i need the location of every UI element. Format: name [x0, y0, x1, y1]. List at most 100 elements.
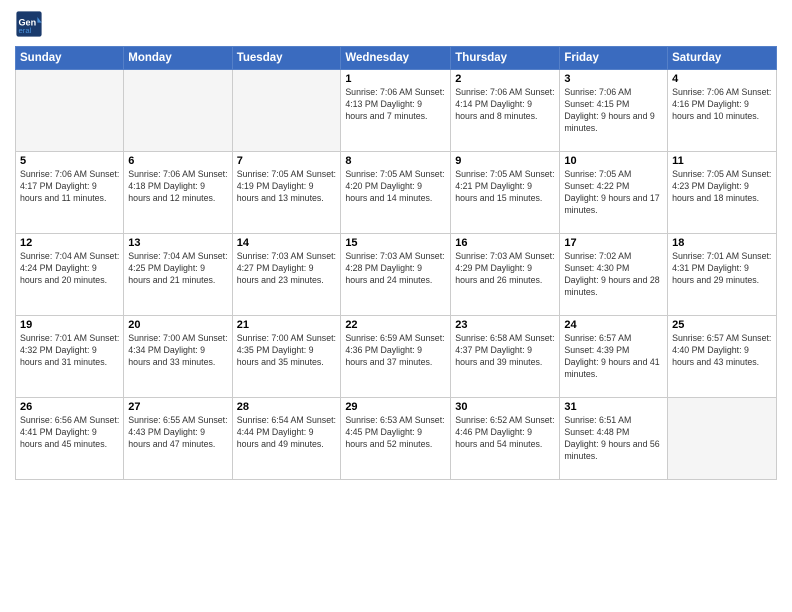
day-number: 24 [564, 319, 663, 331]
day-cell: 20 Sunrise: 7:00 AM Sunset: 4:34 PM Dayli… [124, 316, 232, 398]
day-cell: 10 Sunrise: 7:05 AM Sunset: 4:22 PM Dayli… [560, 152, 668, 234]
day-cell: 31Sunrise: 6:51 AM Sunset: 4:48 PM Dayli… [560, 398, 668, 480]
day-number: 21 [237, 319, 337, 331]
day-number: 30 [455, 401, 555, 413]
day-info: Sunrise: 7:06 AM Sunset: 4:17 PM Dayligh… [20, 169, 119, 205]
week-row-3: 19Sunrise: 7:01 AM Sunset: 4:32 PM Dayli… [16, 316, 777, 398]
weekday-header-monday: Monday [124, 47, 232, 70]
day-cell: 21 Sunrise: 7:00 AM Sunset: 4:35 PM Dayli… [232, 316, 341, 398]
day-info: Sunrise: 6:57 AM Sunset: 4:39 PM Dayligh… [564, 333, 663, 381]
logo: Gen eral [15, 10, 45, 38]
day-number: 29 [345, 401, 446, 413]
day-cell [668, 398, 777, 480]
day-info: Sunrise: 7:04 AM Sunset: 4:24 PM Dayligh… [20, 251, 119, 287]
day-cell: 2 Sunrise: 7:06 AM Sunset: 4:14 PM Daylig… [451, 70, 560, 152]
day-cell: 14 Sunrise: 7:03 AM Sunset: 4:27 PM Dayli… [232, 234, 341, 316]
day-cell: 22 Sunrise: 6:59 AM Sunset: 4:36 PM Dayli… [341, 316, 451, 398]
day-info: Sunrise: 7:06 AM Sunset: 4:13 PM Dayligh… [345, 87, 446, 123]
day-info: Sunrise: 7:05 AM Sunset: 4:19 PM Dayligh… [237, 169, 337, 205]
day-info: Sunrise: 7:04 AM Sunset: 4:25 PM Dayligh… [128, 251, 227, 287]
day-cell: 24 Sunrise: 6:57 AM Sunset: 4:39 PM Dayli… [560, 316, 668, 398]
weekday-header-tuesday: Tuesday [232, 47, 341, 70]
day-cell: 16 Sunrise: 7:03 AM Sunset: 4:29 PM Dayli… [451, 234, 560, 316]
day-number: 7 [237, 155, 337, 167]
day-number: 5 [20, 155, 119, 167]
weekday-header-sunday: Sunday [16, 47, 124, 70]
header: Gen eral [15, 10, 777, 38]
day-info: Sunrise: 6:55 AM Sunset: 4:43 PM Dayligh… [128, 415, 227, 451]
logo-icon: Gen eral [15, 10, 43, 38]
weekday-header-saturday: Saturday [668, 47, 777, 70]
weekday-header-thursday: Thursday [451, 47, 560, 70]
day-info: Sunrise: 6:57 AM Sunset: 4:40 PM Dayligh… [672, 333, 772, 369]
day-cell: 4 Sunrise: 7:06 AM Sunset: 4:16 PM Daylig… [668, 70, 777, 152]
day-info: Sunrise: 6:58 AM Sunset: 4:37 PM Dayligh… [455, 333, 555, 369]
day-info: Sunrise: 7:06 AM Sunset: 4:16 PM Dayligh… [672, 87, 772, 123]
day-cell: 26Sunrise: 6:56 AM Sunset: 4:41 PM Dayli… [16, 398, 124, 480]
day-cell: 9Sunrise: 7:05 AM Sunset: 4:21 PM Daylig… [451, 152, 560, 234]
week-row-1: 5 Sunrise: 7:06 AM Sunset: 4:17 PM Daylig… [16, 152, 777, 234]
day-cell: 17Sunrise: 7:02 AM Sunset: 4:30 PM Dayli… [560, 234, 668, 316]
day-cell: 12 Sunrise: 7:04 AM Sunset: 4:24 PM Dayli… [16, 234, 124, 316]
day-number: 13 [128, 237, 227, 249]
day-info: Sunrise: 7:00 AM Sunset: 4:35 PM Dayligh… [237, 333, 337, 369]
day-info: Sunrise: 7:05 AM Sunset: 4:20 PM Dayligh… [345, 169, 446, 205]
week-row-0: 1 Sunrise: 7:06 AM Sunset: 4:13 PM Daylig… [16, 70, 777, 152]
day-cell: 29Sunrise: 6:53 AM Sunset: 4:45 PM Dayli… [341, 398, 451, 480]
day-cell: 7 Sunrise: 7:05 AM Sunset: 4:19 PM Daylig… [232, 152, 341, 234]
day-cell: 23 Sunrise: 6:58 AM Sunset: 4:37 PM Dayli… [451, 316, 560, 398]
day-info: Sunrise: 6:59 AM Sunset: 4:36 PM Dayligh… [345, 333, 446, 369]
day-number: 10 [564, 155, 663, 167]
day-number: 25 [672, 319, 772, 331]
day-info: Sunrise: 7:00 AM Sunset: 4:34 PM Dayligh… [128, 333, 227, 369]
day-cell: 18Sunrise: 7:01 AM Sunset: 4:31 PM Dayli… [668, 234, 777, 316]
day-number: 23 [455, 319, 555, 331]
day-number: 16 [455, 237, 555, 249]
day-cell: 1 Sunrise: 7:06 AM Sunset: 4:13 PM Daylig… [341, 70, 451, 152]
day-number: 15 [345, 237, 446, 249]
day-info: Sunrise: 7:06 AM Sunset: 4:15 PM Dayligh… [564, 87, 663, 135]
day-number: 3 [564, 73, 663, 85]
weekday-header-wednesday: Wednesday [341, 47, 451, 70]
day-cell: 11Sunrise: 7:05 AM Sunset: 4:23 PM Dayli… [668, 152, 777, 234]
day-info: Sunrise: 6:56 AM Sunset: 4:41 PM Dayligh… [20, 415, 119, 451]
day-number: 18 [672, 237, 772, 249]
day-number: 20 [128, 319, 227, 331]
day-info: Sunrise: 6:52 AM Sunset: 4:46 PM Dayligh… [455, 415, 555, 451]
day-number: 2 [455, 73, 555, 85]
week-row-2: 12 Sunrise: 7:04 AM Sunset: 4:24 PM Dayli… [16, 234, 777, 316]
day-number: 22 [345, 319, 446, 331]
svg-text:eral: eral [19, 26, 32, 35]
day-number: 31 [564, 401, 663, 413]
week-row-4: 26Sunrise: 6:56 AM Sunset: 4:41 PM Dayli… [16, 398, 777, 480]
day-cell: 6 Sunrise: 7:06 AM Sunset: 4:18 PM Daylig… [124, 152, 232, 234]
day-info: Sunrise: 7:05 AM Sunset: 4:22 PM Dayligh… [564, 169, 663, 217]
day-number: 1 [345, 73, 446, 85]
day-number: 12 [20, 237, 119, 249]
day-cell: 15 Sunrise: 7:03 AM Sunset: 4:28 PM Dayli… [341, 234, 451, 316]
day-number: 14 [237, 237, 337, 249]
day-cell: 19Sunrise: 7:01 AM Sunset: 4:32 PM Dayli… [16, 316, 124, 398]
day-number: 8 [345, 155, 446, 167]
day-info: Sunrise: 7:06 AM Sunset: 4:18 PM Dayligh… [128, 169, 227, 205]
day-number: 17 [564, 237, 663, 249]
weekday-header-friday: Friday [560, 47, 668, 70]
day-cell: 3 Sunrise: 7:06 AM Sunset: 4:15 PM Daylig… [560, 70, 668, 152]
day-number: 6 [128, 155, 227, 167]
day-cell: 30 Sunrise: 6:52 AM Sunset: 4:46 PM Dayli… [451, 398, 560, 480]
day-info: Sunrise: 7:03 AM Sunset: 4:29 PM Dayligh… [455, 251, 555, 287]
day-info: Sunrise: 6:54 AM Sunset: 4:44 PM Dayligh… [237, 415, 337, 451]
page: Gen eral SundayMondayTuesdayWednesdayThu… [0, 0, 792, 612]
day-cell: 28 Sunrise: 6:54 AM Sunset: 4:44 PM Dayli… [232, 398, 341, 480]
weekday-header-row: SundayMondayTuesdayWednesdayThursdayFrid… [16, 47, 777, 70]
day-info: Sunrise: 7:03 AM Sunset: 4:28 PM Dayligh… [345, 251, 446, 287]
day-info: Sunrise: 7:03 AM Sunset: 4:27 PM Dayligh… [237, 251, 337, 287]
day-number: 28 [237, 401, 337, 413]
day-number: 4 [672, 73, 772, 85]
day-number: 9 [455, 155, 555, 167]
day-cell: 27Sunrise: 6:55 AM Sunset: 4:43 PM Dayli… [124, 398, 232, 480]
day-info: Sunrise: 7:06 AM Sunset: 4:14 PM Dayligh… [455, 87, 555, 123]
day-cell: 13 Sunrise: 7:04 AM Sunset: 4:25 PM Dayli… [124, 234, 232, 316]
day-number: 11 [672, 155, 772, 167]
day-info: Sunrise: 7:01 AM Sunset: 4:32 PM Dayligh… [20, 333, 119, 369]
